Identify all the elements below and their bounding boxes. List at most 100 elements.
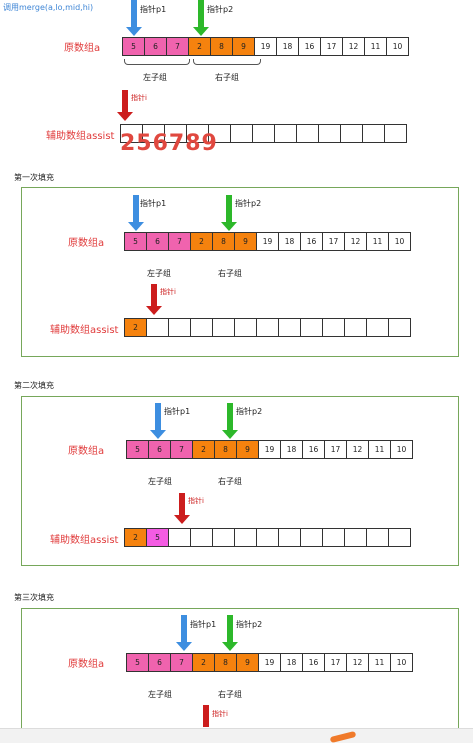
array-cell: 10 xyxy=(390,440,413,459)
array-cell: 7 xyxy=(170,653,193,672)
assist-cell xyxy=(256,528,279,547)
right-group-label: 右子组 xyxy=(218,690,242,699)
array-cell: 18 xyxy=(280,653,303,672)
assist-cell xyxy=(296,124,319,143)
array-cell: 11 xyxy=(364,37,387,56)
left-group-label: 左子组 xyxy=(148,477,172,486)
assist-cell xyxy=(212,528,235,547)
assist-cell xyxy=(190,528,213,547)
array-cell: 5 xyxy=(124,232,147,251)
array-cell: 18 xyxy=(278,232,301,251)
assist-cell xyxy=(190,318,213,337)
array-cell: 9 xyxy=(232,37,255,56)
assist-cell xyxy=(388,528,411,547)
assist-cell xyxy=(344,528,367,547)
array-cell: 17 xyxy=(324,653,347,672)
assist-cell xyxy=(146,318,169,337)
bottom-toolbar xyxy=(0,728,473,743)
array-cell: 7 xyxy=(166,37,189,56)
assist-cell xyxy=(366,318,389,337)
array-cell: 17 xyxy=(320,37,343,56)
assist-array-label: 辅助数组assist xyxy=(46,131,115,142)
array-cell: 6 xyxy=(146,232,169,251)
array-cell: 2 xyxy=(192,653,215,672)
array-cell: 19 xyxy=(256,232,279,251)
original-array: 5 6 7 2 8 9 19 18 16 17 12 11 10 xyxy=(124,232,411,251)
array-cell: 6 xyxy=(148,653,171,672)
array-cell: 16 xyxy=(302,653,325,672)
original-array: 5 6 7 2 8 9 19 18 16 17 12 11 10 xyxy=(122,37,409,56)
array-cell: 10 xyxy=(386,37,409,56)
array-cell: 16 xyxy=(298,37,321,56)
assist-cell xyxy=(256,318,279,337)
pointer-p1-label: 指针p1 xyxy=(190,620,217,629)
array-cell: 12 xyxy=(346,653,369,672)
right-group-label: 右子组 xyxy=(218,477,242,486)
original-array-label: 原数组a xyxy=(68,446,105,457)
array-cell: 12 xyxy=(346,440,369,459)
assist-cell xyxy=(300,318,323,337)
pointer-p2-label: 指针p2 xyxy=(236,620,263,629)
pointer-p1-label: 指针p1 xyxy=(140,5,167,14)
array-cell: 8 xyxy=(214,440,237,459)
assist-cell xyxy=(322,528,345,547)
array-cell: 6 xyxy=(144,37,167,56)
array-cell: 11 xyxy=(366,232,389,251)
assist-cell xyxy=(212,318,235,337)
assist-cell: 5 xyxy=(146,528,169,547)
array-cell: 16 xyxy=(300,232,323,251)
array-cell: 17 xyxy=(324,440,347,459)
original-array-label: 原数组a xyxy=(64,43,101,54)
left-group-label: 左子组 xyxy=(147,269,171,278)
assist-array-label: 辅助数组assist xyxy=(50,325,119,336)
step-3-title: 第三次填充 xyxy=(14,593,54,602)
assist-cell xyxy=(278,318,301,337)
pointer-i-label: 指针i xyxy=(160,288,176,296)
array-cell: 5 xyxy=(122,37,145,56)
pointer-i-label: 指针i xyxy=(212,710,228,718)
right-group-brace xyxy=(193,59,261,65)
array-cell: 2 xyxy=(190,232,213,251)
array-cell: 18 xyxy=(280,440,303,459)
original-array-label: 原数组a xyxy=(68,238,105,249)
array-cell: 16 xyxy=(302,440,325,459)
pointer-p1-label: 指针p1 xyxy=(140,199,167,208)
array-cell: 10 xyxy=(388,232,411,251)
assist-cell xyxy=(366,528,389,547)
step-1-title: 第一次填充 xyxy=(14,173,54,182)
array-cell: 19 xyxy=(254,37,277,56)
original-array: 5 6 7 2 8 9 19 18 16 17 12 11 10 xyxy=(126,440,413,459)
array-cell: 9 xyxy=(236,440,259,459)
assist-cell xyxy=(318,124,341,143)
assist-cell xyxy=(168,318,191,337)
assist-cell: 2 xyxy=(124,318,147,337)
original-array: 5 6 7 2 8 9 19 18 16 17 12 11 10 xyxy=(126,653,413,672)
assist-cell xyxy=(300,528,323,547)
left-group-brace xyxy=(124,59,190,65)
right-group-label: 右子组 xyxy=(218,269,242,278)
assist-cell xyxy=(278,528,301,547)
assist-cell xyxy=(234,318,257,337)
array-cell: 12 xyxy=(344,232,367,251)
pointer-i-label: 指针i xyxy=(188,497,204,505)
step-2-title: 第二次填充 xyxy=(14,381,54,390)
result-sequence: 256789 xyxy=(120,131,218,156)
assist-array: 2 5 xyxy=(124,528,411,547)
left-group-label: 左子组 xyxy=(143,73,167,82)
assist-cell xyxy=(344,318,367,337)
pointer-p2-label: 指针p2 xyxy=(207,5,234,14)
array-cell: 10 xyxy=(390,653,413,672)
assist-array: 2 xyxy=(124,318,411,337)
caption: 调用merge(a,lo,mid,hi) xyxy=(3,3,94,12)
array-cell: 11 xyxy=(368,440,391,459)
assist-cell xyxy=(230,124,253,143)
array-cell: 5 xyxy=(126,440,149,459)
array-cell: 7 xyxy=(168,232,191,251)
original-array-label: 原数组a xyxy=(68,659,105,670)
array-cell: 2 xyxy=(188,37,211,56)
array-cell: 8 xyxy=(210,37,233,56)
array-cell: 18 xyxy=(276,37,299,56)
array-cell: 11 xyxy=(368,653,391,672)
pointer-p2-label: 指针p2 xyxy=(235,199,262,208)
array-cell: 9 xyxy=(236,653,259,672)
